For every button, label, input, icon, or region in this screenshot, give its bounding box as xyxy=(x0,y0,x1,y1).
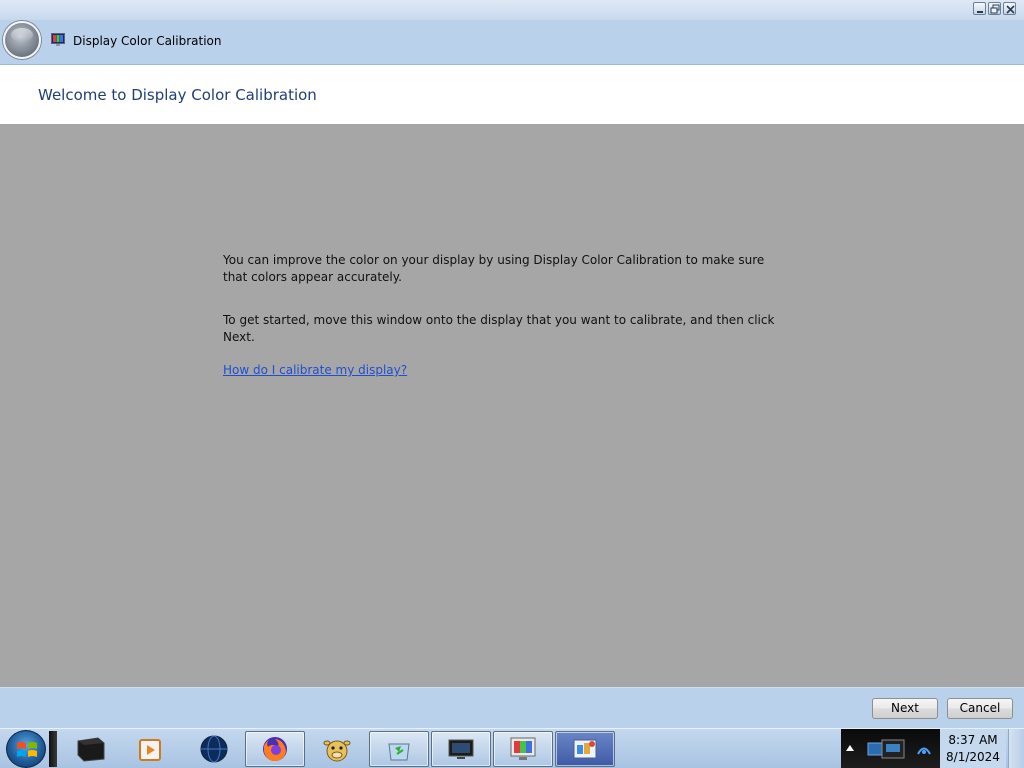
clock-date: 8/1/2024 xyxy=(946,750,1000,764)
start-divider xyxy=(49,731,57,767)
taskbar-item-control-panel[interactable] xyxy=(555,731,615,767)
taskbar-item-firefox[interactable] xyxy=(245,731,305,767)
show-desktop-button[interactable] xyxy=(1008,729,1024,768)
firefox-icon xyxy=(263,737,287,762)
clock[interactable]: 8:37 AM 8/1/2024 xyxy=(940,729,1006,768)
minimize-button[interactable] xyxy=(973,2,986,15)
cancel-button[interactable]: Cancel xyxy=(947,698,1013,719)
window-title: Display Color Calibration xyxy=(73,34,222,48)
media-player-icon xyxy=(139,739,161,761)
monitor-app-icon xyxy=(77,737,105,762)
taskbar-item-recycle-bin[interactable] xyxy=(369,731,429,767)
clock-time: 8:37 AM xyxy=(948,733,998,747)
next-button[interactable]: Next xyxy=(872,698,938,719)
taskbar-item-display-calibration[interactable] xyxy=(493,731,553,767)
minimize-icon xyxy=(977,11,983,13)
title-bar: Display Color Calibration xyxy=(0,20,1024,65)
remote-desktop-icon xyxy=(448,739,474,759)
recycle-bin-icon xyxy=(388,743,410,761)
restore-icon xyxy=(990,4,1000,14)
system-tray xyxy=(841,729,940,768)
taskbar-item-media-player[interactable] xyxy=(120,731,180,767)
help-link[interactable]: How do I calibrate my display? xyxy=(223,363,407,377)
taskbar-item-globe[interactable] xyxy=(184,731,244,767)
taskbar-item-monitor-app[interactable] xyxy=(60,731,120,767)
show-hidden-icons-button[interactable] xyxy=(846,745,854,751)
control-panel-icon xyxy=(573,739,597,759)
start-button[interactable] xyxy=(6,730,46,768)
close-button[interactable] xyxy=(1003,2,1016,15)
close-icon xyxy=(1006,5,1015,14)
taskbar-item-cow-app[interactable] xyxy=(307,731,367,767)
intro-paragraph: You can improve the color on your displa… xyxy=(223,253,765,284)
globe-icon xyxy=(200,735,228,763)
cow-app-icon xyxy=(323,740,351,762)
header-band: Welcome to Display Color Calibration xyxy=(0,65,1024,124)
instructions-paragraph: To get started, move this window onto th… xyxy=(223,313,775,344)
printer-icon[interactable] xyxy=(866,737,910,761)
page-title: Welcome to Display Color Calibration xyxy=(38,86,317,104)
footer-bar: Next Cancel xyxy=(0,687,1024,728)
taskbar-item-remote-desktop[interactable] xyxy=(431,731,491,767)
network-icon[interactable] xyxy=(916,741,932,757)
restore-button[interactable] xyxy=(988,2,1001,15)
back-button[interactable] xyxy=(3,21,41,59)
window-top-strip xyxy=(0,0,1024,20)
caption-buttons xyxy=(973,2,1016,15)
display-color-calibration-icon xyxy=(51,33,65,46)
display-color-calibration-icon xyxy=(510,737,536,760)
main-content: You can improve the color on your displa… xyxy=(0,124,1024,687)
taskbar: 8:37 AM 8/1/2024 xyxy=(0,728,1024,768)
windows-logo-icon xyxy=(17,742,37,757)
